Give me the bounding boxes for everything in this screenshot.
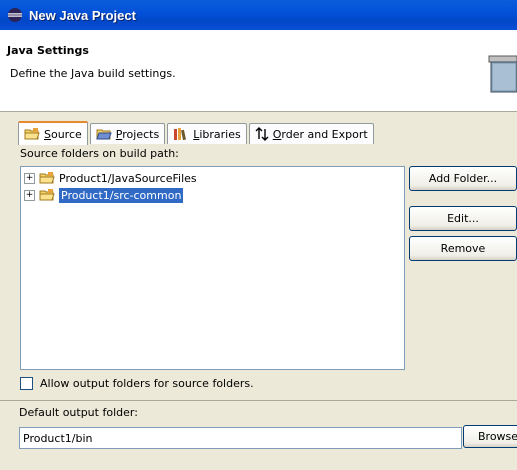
source-folders-label: Source folders on build path: <box>20 147 179 160</box>
title-bar: New Java Project <box>0 0 517 30</box>
allow-output-label: Allow output folders for source folders. <box>40 377 254 390</box>
libraries-icon <box>173 127 189 141</box>
tab-libraries-label: Libraries <box>193 127 241 141</box>
browse-button[interactable]: Browse... <box>463 425 517 448</box>
tab-source-label: Source <box>44 127 82 141</box>
banner-title: Java Settings <box>7 44 89 57</box>
edit-label: Edit... <box>447 212 479 225</box>
expand-icon[interactable]: + <box>24 172 35 184</box>
tab-source[interactable]: Source <box>18 121 88 145</box>
java-project-icon <box>488 55 517 93</box>
tab-projects[interactable]: Projects <box>89 123 166 144</box>
tab-order-export[interactable]: Order and Export <box>248 123 374 144</box>
edit-button[interactable]: Edit... <box>409 206 517 231</box>
folder-name: Product1/JavaSourceFiles <box>59 171 197 185</box>
tree-row[interactable]: + Product1/src-common <box>24 186 185 204</box>
remove-label: Remove <box>440 242 486 255</box>
remove-button[interactable]: Remove <box>409 236 517 261</box>
order-export-icon <box>255 127 269 141</box>
eclipse-icon <box>8 8 22 22</box>
allow-output-checkbox[interactable] <box>20 377 33 390</box>
tab-libraries[interactable]: Libraries <box>167 123 247 144</box>
source-folder-icon <box>39 188 55 202</box>
default-output-value: Product1/bin <box>23 431 93 445</box>
add-folder-button[interactable]: Add Folder... <box>409 166 517 191</box>
divider <box>0 400 517 401</box>
expand-icon[interactable]: + <box>24 189 35 201</box>
source-folder-icon <box>24 127 40 141</box>
wizard-banner: Java Settings Define the Java build sett… <box>0 30 517 112</box>
tab-projects-label: Projects <box>115 127 160 141</box>
tab-order-export-label: Order and Export <box>272 127 368 141</box>
default-output-field[interactable]: Product1/bin <box>19 427 462 449</box>
window-title: New Java Project <box>29 7 136 23</box>
source-folder-tree[interactable]: + Product1/JavaSourceFiles + Product1/sr… <box>20 166 405 370</box>
banner-description: Define the Java build settings. <box>10 67 176 80</box>
build-path-tabs: Source Projects Libraries Order and Expo… <box>18 121 376 145</box>
source-folder-icon <box>39 171 55 185</box>
folder-name: Product1/src-common <box>57 186 185 204</box>
tree-row[interactable]: + Product1/JavaSourceFiles <box>24 170 197 186</box>
default-output-label: Default output folder: <box>19 406 138 419</box>
add-folder-label: Add Folder... <box>428 172 498 185</box>
projects-icon <box>96 127 112 141</box>
browse-label: Browse... <box>478 430 517 443</box>
